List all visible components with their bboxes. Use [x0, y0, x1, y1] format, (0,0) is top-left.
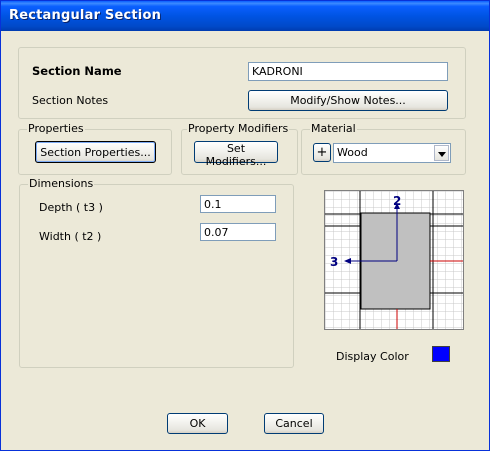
depth-field[interactable]: 0.1	[200, 195, 276, 213]
cancel-button[interactable]: Cancel	[264, 413, 324, 434]
title-bar[interactable]: Rectangular Section	[1, 1, 489, 31]
ok-button[interactable]: OK	[167, 413, 228, 434]
depth-label: Depth ( t3 )	[39, 201, 103, 214]
axis-3-label: 3	[330, 255, 338, 269]
width-field[interactable]: 0.07	[200, 223, 276, 241]
modify-show-notes-button[interactable]: Modify/Show Notes...	[248, 90, 448, 111]
display-color-swatch[interactable]	[432, 346, 450, 362]
display-color-label: Display Color	[336, 350, 409, 363]
add-material-button[interactable]: +	[313, 143, 331, 162]
material-legend: Material	[310, 122, 357, 135]
properties-legend: Properties	[27, 122, 85, 135]
property-modifiers-legend: Property Modifiers	[187, 122, 290, 135]
chevron-down-icon	[438, 152, 446, 157]
set-modifiers-button[interactable]: Set Modifiers...	[194, 141, 278, 168]
section-name-field[interactable]: KADRONI	[248, 62, 448, 81]
material-select[interactable]: Wood	[333, 143, 451, 163]
section-preview-drawing: 2 3	[325, 191, 463, 329]
section-preview: 2 3	[324, 190, 464, 330]
rectangular-section-dialog: Rectangular Section Section Name KADRONI…	[0, 0, 490, 451]
window-title: Rectangular Section	[9, 8, 162, 23]
dimensions-legend: Dimensions	[28, 177, 95, 190]
material-selected-value: Wood	[337, 146, 368, 159]
section-notes-label: Section Notes	[32, 94, 109, 107]
section-name-label: Section Name	[32, 64, 122, 78]
axis-2-label: 2	[393, 194, 401, 208]
width-label: Width ( t2 )	[39, 230, 102, 243]
section-properties-button[interactable]: Section Properties...	[35, 141, 156, 163]
material-dropdown-button[interactable]	[434, 145, 449, 161]
